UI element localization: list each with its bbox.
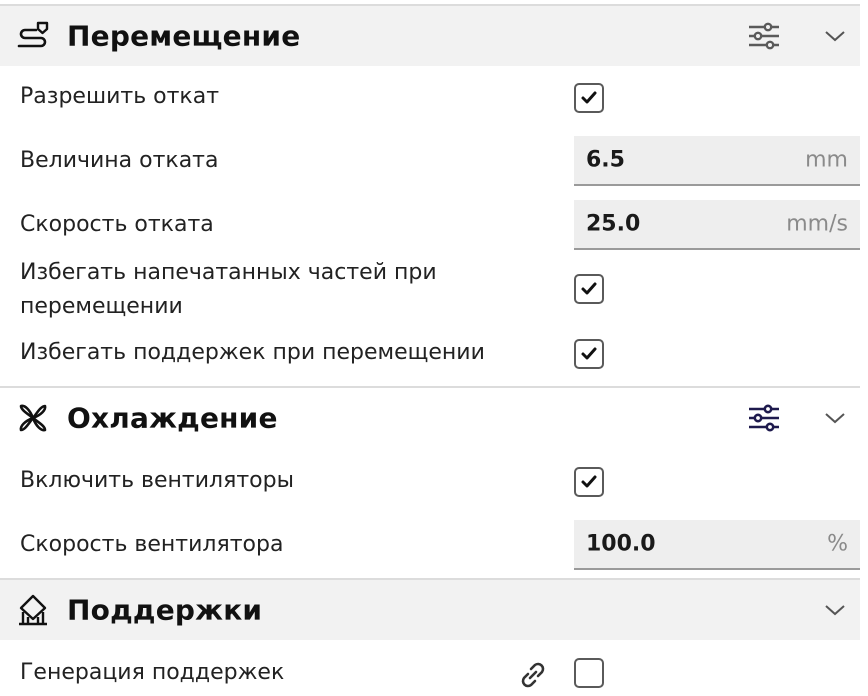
print-settings-panel: Перемещение Разрешить откат Величина отк… [0,0,868,696]
travel-icon [16,19,50,53]
setting-label: Скорость вентилятора [20,532,284,557]
setting-row-avoid-supports: Избегать поддержек при перемещении [0,336,860,372]
fan-speed-input[interactable]: 100.0 % [574,520,860,570]
setting-label: Скорость отката [20,212,214,237]
section-header-cooling[interactable]: Охлаждение [0,386,860,448]
retraction-distance-input[interactable]: 6.5 mm [574,136,860,186]
field-value: 100.0 [586,531,656,557]
fan-icon [16,401,50,435]
settings-sliders-icon[interactable] [746,402,782,434]
section-title-cooling: Охлаждение [67,401,278,435]
chevron-down-icon[interactable] [823,602,847,618]
avoid-supports-checkbox[interactable] [574,339,604,369]
field-unit: mm/s [786,211,848,237]
chevron-down-icon[interactable] [823,410,847,426]
field-value: 25.0 [586,211,641,237]
setting-row-generate-support: Генерация поддержек [0,656,860,692]
setting-row-avoid-printed-parts: Избегать напечатанных частей при перемещ… [0,256,860,324]
check-icon [581,475,597,488]
retraction-speed-input[interactable]: 25.0 mm/s [574,200,860,250]
section-title-support: Поддержки [67,593,263,627]
setting-row-enable-fans: Включить вентиляторы [0,464,860,500]
field-value: 6.5 [586,147,625,173]
support-icon [16,593,50,627]
chevron-down-icon[interactable] [823,28,847,44]
settings-sliders-icon[interactable] [746,20,782,52]
setting-row-retraction-speed: Скорость отката 25.0 mm/s [0,200,860,250]
field-unit: % [827,531,848,557]
check-icon [581,282,597,295]
setting-label: Включить вентиляторы [20,468,294,493]
section-header-travel[interactable]: Перемещение [0,4,860,66]
setting-label: Величина отката [20,148,219,173]
check-icon [581,91,597,104]
section-header-support[interactable]: Поддержки [0,578,860,640]
section-title-travel: Перемещение [67,19,301,53]
enable-fans-checkbox[interactable] [574,467,604,497]
setting-label: Генерация поддержек [20,660,285,685]
field-unit: mm [805,147,848,173]
setting-label-line1: Избегать напечатанных частей при [20,260,437,285]
setting-row-retraction-enable: Разрешить откат [0,80,860,116]
setting-label-line2: перемещении [20,294,183,319]
setting-label: Разрешить откат [20,84,220,109]
generate-support-checkbox[interactable] [574,658,604,688]
retraction-enable-checkbox[interactable] [574,83,604,113]
check-icon [581,347,597,360]
link-icon[interactable] [516,658,550,692]
setting-row-fan-speed: Скорость вентилятора 100.0 % [0,520,860,570]
setting-row-retraction-distance: Величина отката 6.5 mm [0,136,860,186]
avoid-printed-parts-checkbox[interactable] [574,274,604,304]
setting-label: Избегать поддержек при перемещении [20,340,485,365]
